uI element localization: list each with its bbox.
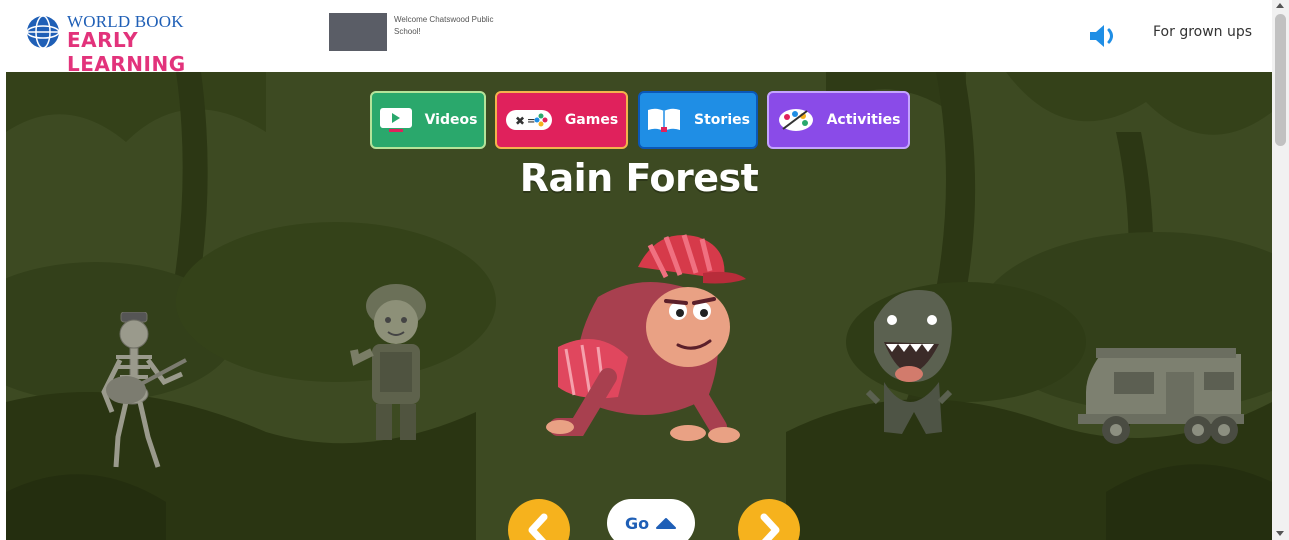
for-grown-ups-link[interactable]: For grown ups <box>1153 24 1252 40</box>
svg-text:=: = <box>527 116 535 127</box>
logo-early-learning-text: EARLY LEARNING <box>67 28 186 76</box>
stories-label: Stories <box>694 112 750 128</box>
soldier-character[interactable] <box>346 280 446 450</box>
rain-forest-stage: Videos ✖ = Games Stories Activities Rain… <box>6 72 1272 540</box>
previous-button[interactable] <box>508 499 570 540</box>
school-welcome-text: Welcome Chatswood Public School! <box>394 15 494 36</box>
stories-button[interactable]: Stories <box>638 91 758 149</box>
gorilla-character[interactable] <box>538 227 748 447</box>
page: { "header": { "logo_top": "WORLD BOOK", … <box>0 0 1289 540</box>
next-button[interactable] <box>738 499 800 540</box>
camper-van-character[interactable] <box>1076 344 1246 449</box>
palette-icon <box>778 109 813 131</box>
chevron-up-icon <box>656 518 677 529</box>
go-label: Go <box>624 513 650 533</box>
top-header: WORLD BOOK EARLY LEARNING Welcome Chatsw… <box>0 0 1272 76</box>
globe-icon <box>26 15 60 49</box>
chevron-left-icon <box>528 513 548 540</box>
videos-button[interactable]: Videos <box>370 91 486 149</box>
dinosaur-character[interactable] <box>854 282 964 442</box>
speaker-icon[interactable] <box>1088 23 1122 49</box>
scroll-down-arrow-icon[interactable] <box>1276 531 1284 536</box>
activities-label: Activities <box>826 112 901 128</box>
svg-text:✖: ✖ <box>515 114 525 128</box>
go-button[interactable]: Go <box>607 499 695 540</box>
gamepad-icon: ✖ = <box>505 110 552 130</box>
videos-label: Videos <box>424 112 478 128</box>
skeleton-character[interactable] <box>86 312 196 472</box>
activities-button[interactable]: Activities <box>767 91 910 149</box>
book-icon <box>648 108 681 132</box>
topic-title: Rain Forest <box>519 156 759 200</box>
games-button[interactable]: ✖ = Games <box>495 91 628 149</box>
vertical-scrollbar[interactable] <box>1272 0 1289 540</box>
school-logo <box>329 13 387 51</box>
world-book-logo[interactable]: WORLD BOOK EARLY LEARNING <box>25 12 235 76</box>
games-label: Games <box>564 112 619 128</box>
scroll-up-arrow-icon[interactable] <box>1276 3 1284 8</box>
chevron-right-icon <box>760 513 780 540</box>
video-icon <box>379 108 412 132</box>
scrollbar-thumb[interactable] <box>1275 14 1286 146</box>
